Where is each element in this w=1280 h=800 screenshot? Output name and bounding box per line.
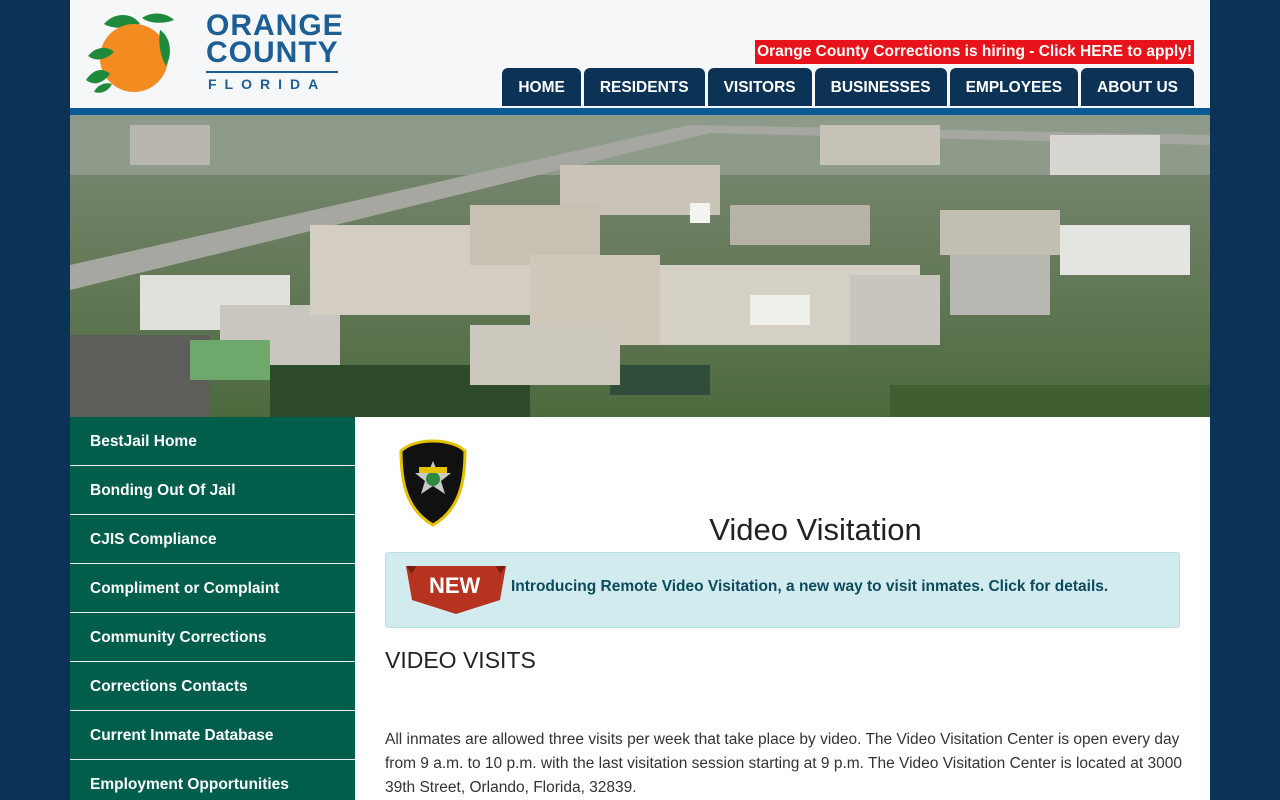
nav-about-us[interactable]: ABOUT US [1081,68,1194,106]
sidebar-item-compliment-complaint[interactable]: Compliment or Complaint [70,564,355,613]
hiring-banner-link[interactable]: Orange County Corrections is hiring - Cl… [755,40,1194,64]
sidebar-item-bonding-out[interactable]: Bonding Out Of Jail [70,466,355,515]
alert-text: Introducing Remote Video Visitation, a n… [511,578,1109,595]
visitation-paragraph: All inmates are allowed three visits per… [385,730,1182,796]
aerial-photo-banner [70,115,1210,417]
nav-employees[interactable]: EMPLOYEES [949,68,1079,106]
sidebar-item-corrections-contacts[interactable]: Corrections Contacts [70,662,355,711]
nav-home[interactable]: HOME [502,68,581,106]
remote-visitation-alert[interactable]: NEW Introducing Remote Video Visitation,… [385,552,1180,628]
logo-line-3: FLORIDA [206,71,338,92]
new-badge-label: NEW [429,573,481,598]
orange-county-logo-icon[interactable] [84,10,174,94]
sidebar-item-employment-opportunities[interactable]: Employment Opportunities [70,760,355,800]
nav-visitors[interactable]: VISITORS [707,68,812,106]
sidebar-item-community-corrections[interactable]: Community Corrections [70,613,355,662]
sidebar-nav: BestJail Home Bonding Out Of Jail CJIS C… [70,417,355,800]
section-heading: VIDEO VISITS [385,647,536,673]
logo-line-1: ORANGE [206,9,344,42]
site-header: ORANGE COUNTY FLORIDA Orange County Corr… [70,0,1210,115]
page-title: Video Visitation [709,511,922,547]
main-nav: HOME RESIDENTS VISITORS BUSINESSES EMPLO… [502,68,1194,106]
nav-businesses[interactable]: BUSINESSES [814,68,947,106]
sidebar-item-bestjail-home[interactable]: BestJail Home [70,417,355,466]
nav-residents[interactable]: RESIDENTS [583,68,705,106]
sidebar-item-cjis-compliance[interactable]: CJIS Compliance [70,515,355,564]
logo-wordmark[interactable]: ORANGE COUNTY FLORIDA [206,9,344,92]
page: ORANGE COUNTY FLORIDA Orange County Corr… [70,0,1210,800]
logo-line-2: COUNTY [206,36,339,69]
sidebar-item-current-inmate-database[interactable]: Current Inmate Database [70,711,355,760]
